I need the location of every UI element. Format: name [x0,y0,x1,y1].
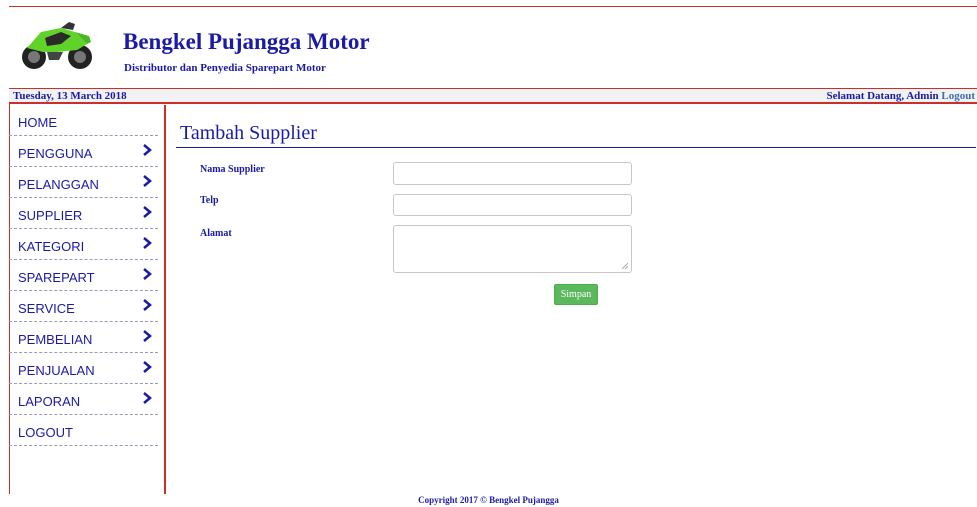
site-header: Bengkel Pujangga Motor Distributor dan P… [9,7,977,88]
chevron-right-icon [143,144,152,156]
sidebar-item-label: SERVICE [18,301,75,316]
telp-input[interactable] [393,194,632,216]
nama-supplier-label: Nama Supplier [200,164,265,175]
chevron-right-icon [143,237,152,249]
current-date: Tuesday, 13 March 2018 [13,90,127,102]
sidebar-item-label: PEMBELIAN [18,332,93,347]
sidebar-item-logout[interactable]: LOGOUT [9,415,158,446]
chevron-right-icon [143,330,152,342]
chevron-right-icon [143,268,152,280]
sidebar-item-label: LAPORAN [18,394,81,409]
sidebar-item-label: PENJUALAN [18,363,95,378]
sidebar-item-label: PENGGUNA [18,146,93,161]
sidebar-item-penjualan[interactable]: PENJUALAN [9,353,158,384]
title-divider [176,147,976,148]
date-bar: Tuesday, 13 March 2018 Selamat Datang, A… [9,88,977,104]
site-subtitle: Distributor dan Penyedia Sparepart Motor [124,62,326,74]
chevron-right-icon [143,299,152,311]
sidebar-item-sparepart[interactable]: SPAREPART [9,260,158,291]
logout-link[interactable]: Logout [941,90,975,102]
site-title: Bengkel Pujangga Motor [123,29,370,54]
sidebar-item-label: SUPPLIER [18,208,83,223]
sidebar-item-home[interactable]: HOME [9,105,158,136]
main-content: Tambah Supplier Nama Supplier Telp Alama… [166,105,977,494]
chevron-right-icon [143,361,152,373]
sidebar-menu: HOME PENGGUNA PELANGGAN SUPPLIER KATEGOR… [9,105,166,494]
chevron-right-icon [143,206,152,218]
chevron-right-icon [143,392,152,404]
chevron-right-icon [143,175,152,187]
sidebar-item-kategori[interactable]: KATEGORI [9,229,158,260]
nama-supplier-input[interactable] [393,162,632,185]
sidebar-item-pelanggan[interactable]: PELANGGAN [9,167,158,198]
simpan-button[interactable]: Simpan [554,284,598,305]
welcome-text: Selamat Datang, Admin [826,90,939,102]
sidebar-item-supplier[interactable]: SUPPLIER [9,198,158,229]
alamat-textarea[interactable] [393,225,632,273]
sidebar-item-pembelian[interactable]: PEMBELIAN [9,322,158,353]
welcome-message: Selamat Datang, Admin Logout [826,89,975,103]
motorcycle-logo [22,22,92,69]
sidebar-item-label: HOME [18,115,57,130]
sidebar-item-laporan[interactable]: LAPORAN [9,384,158,415]
alamat-label: Alamat [200,228,232,239]
sidebar-item-label: SPAREPART [18,270,95,285]
sidebar-item-service[interactable]: SERVICE [9,291,158,322]
telp-label: Telp [200,195,219,206]
sidebar-item-label: LOGOUT [18,425,73,440]
footer-copyright: Copyright 2017 © Bengkel Pujangga [418,495,559,505]
sidebar-item-label: PELANGGAN [18,177,99,192]
page-title: Tambah Supplier [180,122,317,144]
resize-handle-icon[interactable] [622,263,628,269]
sidebar-item-label: KATEGORI [18,239,85,254]
sidebar-item-pengguna[interactable]: PENGGUNA [9,136,158,167]
